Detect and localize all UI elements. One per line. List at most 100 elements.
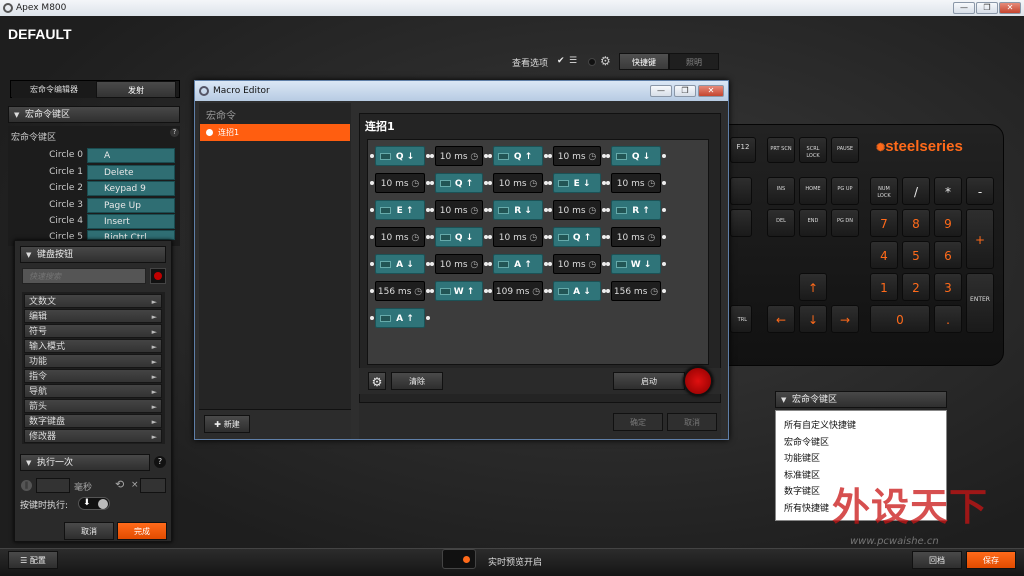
dropdown-item[interactable]: 所有自定义快捷键	[776, 418, 946, 435]
category-item[interactable]: 数字键盘 ►	[24, 414, 162, 428]
category-item[interactable]: 符号 ►	[24, 324, 162, 338]
config-button[interactable]: ☰ 配置	[8, 551, 58, 569]
category-item[interactable]: 修改器 ►	[24, 429, 162, 443]
key-ins[interactable]: INS	[767, 177, 795, 205]
key-decimal[interactable]: .	[934, 305, 962, 333]
key-num5[interactable]: 5	[902, 241, 930, 269]
category-item[interactable]: 指令 ►	[24, 369, 162, 383]
close-button[interactable]: ✕	[999, 2, 1021, 14]
macro-delay-block[interactable]: 10 ms ◷	[488, 173, 548, 193]
category-item[interactable]: 导航 ►	[24, 384, 162, 398]
key-num2[interactable]: 2	[902, 273, 930, 301]
tab-launch[interactable]: 发射	[96, 81, 176, 98]
macro-key-block[interactable]: Q ↑	[430, 173, 488, 193]
help-icon[interactable]: ?	[170, 128, 179, 137]
key-numlock[interactable]: NUM LOCK	[870, 177, 898, 205]
quick-search-input[interactable]	[22, 268, 146, 284]
macro-key-block[interactable]: A ↓	[370, 254, 430, 274]
key-partial[interactable]	[730, 209, 752, 237]
done-button[interactable]: 完成	[117, 522, 167, 540]
macro-delay-block[interactable]: 10 ms ◷	[548, 146, 606, 166]
macro-key-block[interactable]: R ↑	[606, 200, 666, 220]
macro-row-value[interactable]: Insert	[87, 214, 175, 229]
save-button[interactable]: 保存	[966, 551, 1016, 569]
category-item[interactable]: 箭头 ►	[24, 399, 162, 413]
execute-once-dropdown[interactable]: ▼ 执行一次	[20, 454, 150, 471]
dropdown-item[interactable]: 功能键区	[776, 451, 946, 468]
macro-key-block[interactable]: E ↑	[370, 200, 430, 220]
macro-delay-block[interactable]: 10 ms ◷	[548, 200, 606, 220]
key-divide[interactable]: /	[902, 177, 930, 205]
on-press-toggle[interactable]: ⬇	[78, 497, 110, 510]
tab-lighting[interactable]: 照明	[669, 53, 719, 70]
repeat-count-input[interactable]	[140, 478, 166, 493]
macro-delay-block[interactable]: 10 ms ◷	[430, 146, 488, 166]
minimize-button[interactable]: —	[953, 2, 975, 14]
maximize-button[interactable]: ❐	[976, 2, 998, 14]
macro-key-block[interactable]: A ↑	[488, 254, 548, 274]
key-num6[interactable]: 6	[934, 241, 962, 269]
radio-icon[interactable]	[588, 58, 596, 66]
macro-key-block[interactable]: A ↑	[370, 308, 430, 328]
record-start-button[interactable]: 启动	[613, 372, 685, 390]
dropdown-item[interactable]: 宏命令键区	[776, 435, 946, 452]
delay-input[interactable]	[36, 478, 70, 493]
macro-key-block[interactable]: Q ↓	[370, 146, 430, 166]
macro-delay-block[interactable]: 10 ms ◷	[430, 200, 488, 220]
macro-key-block[interactable]: R ↓	[488, 200, 548, 220]
macro-row-value[interactable]: Keypad 9	[87, 181, 175, 196]
macro-delay-block[interactable]: 10 ms ◷	[548, 254, 606, 274]
key-num0[interactable]: 0	[870, 305, 930, 333]
key-pgdn[interactable]: PG DN	[831, 209, 859, 237]
key-num9[interactable]: 9	[934, 209, 962, 237]
key-arrow-down[interactable]: ↓	[799, 305, 827, 333]
key-num4[interactable]: 4	[870, 241, 898, 269]
key-pause[interactable]: PAUSE	[831, 137, 859, 163]
tab-macro-editor[interactable]: 宏命令编辑器	[12, 81, 96, 98]
key-pgup[interactable]: PG UP	[831, 177, 859, 205]
record-button[interactable]	[150, 268, 166, 284]
key-del[interactable]: DEL	[767, 209, 795, 237]
category-item[interactable]: 功能 ►	[24, 354, 162, 368]
gear-icon[interactable]: ⚙	[600, 54, 611, 68]
macro-key-block[interactable]: W ↑	[430, 281, 488, 301]
macro-delay-block[interactable]: 10 ms ◷	[488, 227, 548, 247]
macro-delay-block[interactable]: 10 ms ◷	[606, 173, 666, 193]
macro-row-value[interactable]: A	[87, 148, 175, 163]
key-num8[interactable]: 8	[902, 209, 930, 237]
macro-key-block[interactable]: Q ↑	[488, 146, 548, 166]
tab-shortcut[interactable]: 快捷键	[619, 53, 669, 70]
key-arrow-right[interactable]: →	[831, 305, 859, 333]
key-home[interactable]: HOME	[799, 177, 827, 205]
key-enter[interactable]: ENTER	[966, 273, 994, 333]
keyboard-buttons-header[interactable]: ▼ 键盘按钮	[20, 246, 166, 263]
list-icon[interactable]: ☰	[569, 56, 577, 66]
macro-delay-block[interactable]: 10 ms ◷	[606, 227, 666, 247]
key-prtscn[interactable]: PRT SCN	[767, 137, 795, 163]
key-f12[interactable]: F12	[730, 137, 756, 163]
macro-row-value[interactable]: Delete	[87, 165, 175, 180]
macro-delay-block[interactable]: 10 ms ◷	[430, 254, 488, 274]
key-scrllock[interactable]: SCRL LOCK	[799, 137, 827, 163]
macro-delay-block[interactable]: 156 ms ◷	[606, 281, 666, 301]
category-item[interactable]: 文数文 ►	[24, 294, 162, 308]
gear-icon[interactable]: ⚙	[368, 372, 386, 390]
key-ctrl-partial[interactable]: TRL	[730, 305, 752, 333]
key-num3[interactable]: 3	[934, 273, 962, 301]
record-icon[interactable]	[683, 366, 713, 396]
live-preview-toggle[interactable]	[442, 549, 476, 569]
key-num7[interactable]: 7	[870, 209, 898, 237]
macro-key-block[interactable]: W ↓	[606, 254, 666, 274]
macro-row-value[interactable]: Right Ctrl	[87, 230, 175, 240]
macro-key-block[interactable]: A ↓	[548, 281, 606, 301]
help-icon[interactable]: ?	[154, 456, 166, 468]
key-arrow-left[interactable]: ←	[767, 305, 795, 333]
pause-icon[interactable]: ‖	[21, 480, 32, 491]
macro-delay-block[interactable]: 10 ms ◷	[370, 227, 430, 247]
key-num1[interactable]: 1	[870, 273, 898, 301]
macro-key-block[interactable]: Q ↓	[430, 227, 488, 247]
back-button[interactable]: 回档	[912, 551, 962, 569]
dialog-cancel-button[interactable]: 取消	[667, 413, 717, 431]
key-minus[interactable]: -	[966, 177, 994, 205]
key-partial[interactable]	[730, 177, 752, 205]
